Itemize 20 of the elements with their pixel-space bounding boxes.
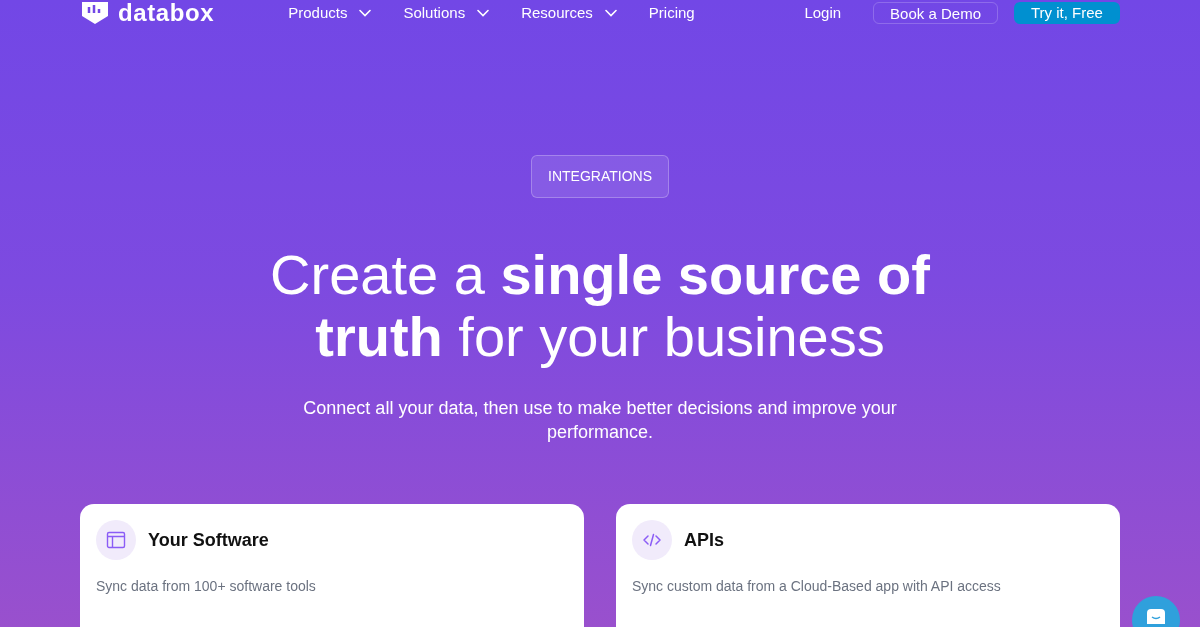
try-free-button[interactable]: Try it, Free xyxy=(1014,2,1120,24)
integration-card[interactable]: Your Software Sync data from 100+ software tools xyxy=(80,504,584,627)
window-icon xyxy=(106,530,126,550)
hero-heading: Create a single source of truth for your business xyxy=(269,244,931,368)
integrations-badge: INTEGRATIONS xyxy=(531,155,669,198)
card-title: Your Software xyxy=(148,528,269,552)
nav-link[interactable]: Pricing xyxy=(648,1,695,25)
chat-icon xyxy=(1146,608,1166,624)
nav-link[interactable]: Solutions xyxy=(403,1,490,25)
card-description: Sync data from 100+ software tools xyxy=(96,577,317,596)
card-title: APIs xyxy=(684,528,725,552)
login-link[interactable]: Login xyxy=(804,1,842,25)
hero-subtitle: Connect all your data, then use to make better decisions and improve your performance. xyxy=(302,397,898,444)
logo-text: databox xyxy=(118,1,215,25)
book-demo-button[interactable]: Book a Demo xyxy=(873,2,998,24)
logo-icon xyxy=(80,2,110,24)
nav-link[interactable]: Products xyxy=(288,1,372,25)
nav-link[interactable]: Resources xyxy=(521,1,617,25)
integration-card[interactable]: APIs Sync custom data from a Cloud-Based app with API access xyxy=(616,504,1120,627)
card-description: Sync custom data from a Cloud-Based app with API access xyxy=(632,577,1002,596)
